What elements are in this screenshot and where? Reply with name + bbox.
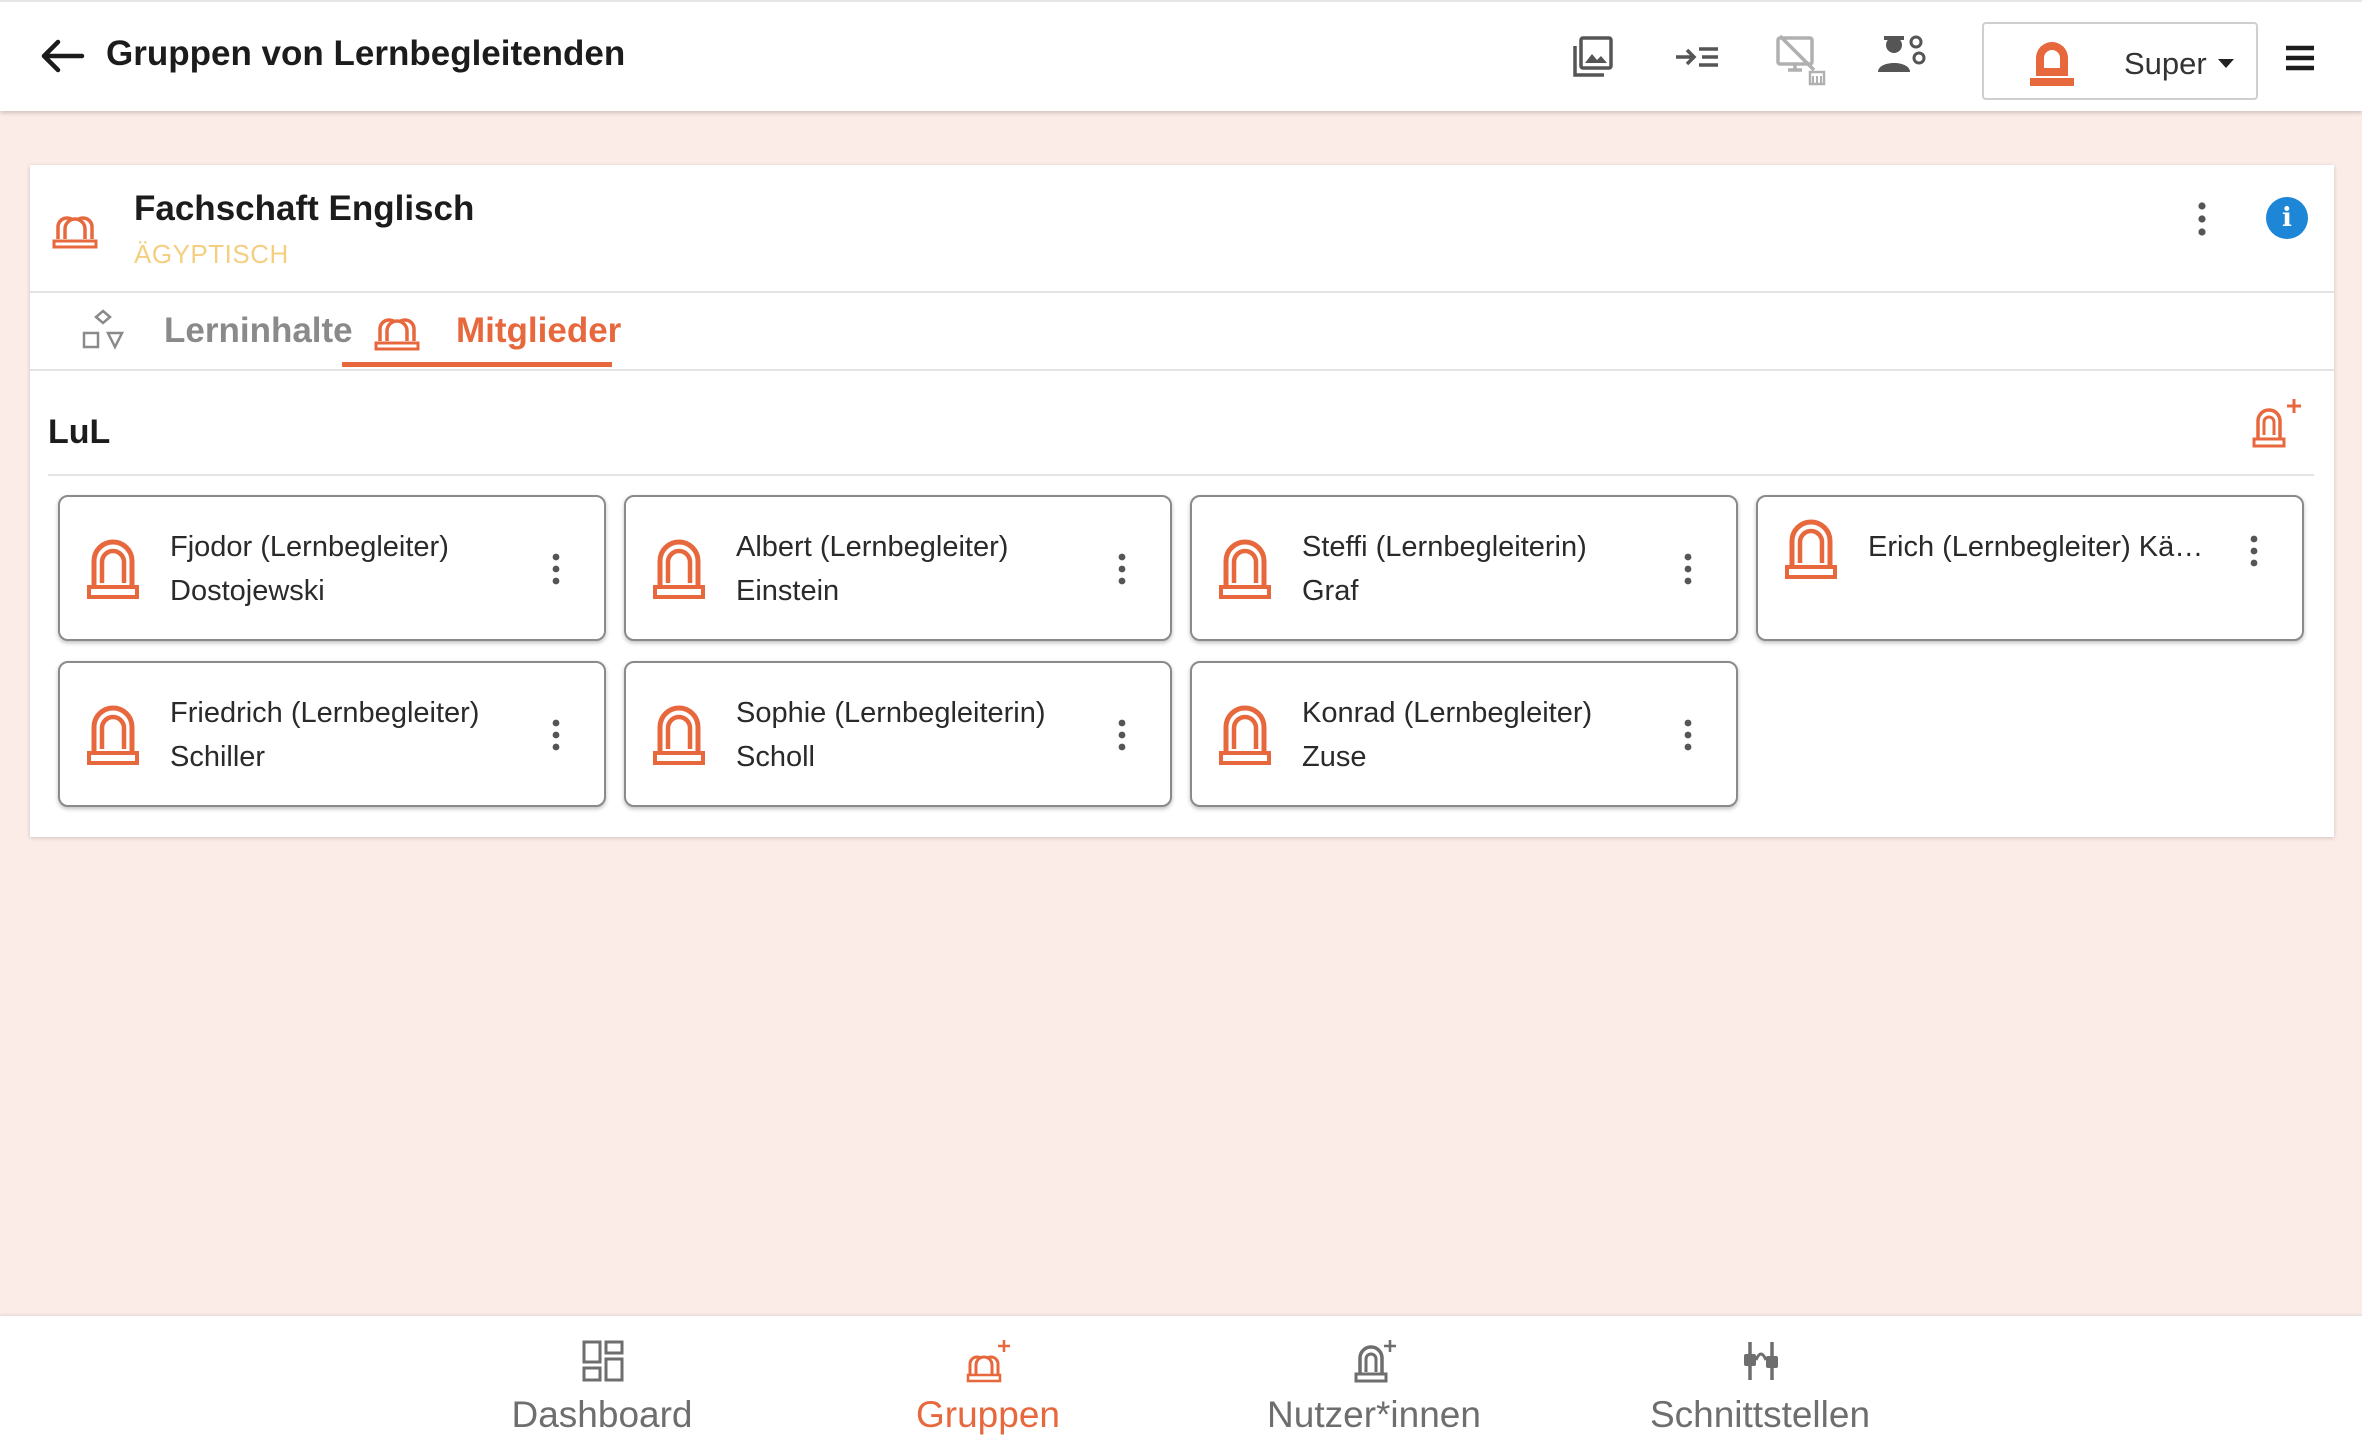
shapes-icon [80,307,126,353]
member-card[interactable]: Albert (Lernbegleiter) Einstein [624,495,1172,641]
user-avatar-icon [2028,38,2076,88]
nav-label: Gruppen [916,1394,1060,1435]
member-avatar-icon [652,703,706,767]
member-first-name: Sophie (Lernbegleiterin) [736,697,1046,729]
tab-lerninhalte[interactable]: Lerninhalte [66,299,366,371]
group-card: Fachschaft Englisch ÄGYPTISCH i Lerninha… [30,165,2334,837]
page-title: Gruppen von Lernbegleitenden [106,34,626,73]
nav-schnittstellen[interactable]: Schnittstellen [1580,1316,1940,1446]
member-card[interactable]: Fjodor (Lernbegleiter) Dostojewski [58,495,606,641]
member-more-icon[interactable] [2242,531,2266,571]
member-first-name: Steffi (Lernbegleiterin) [1302,531,1587,563]
user-settings-icon[interactable] [1876,32,1926,82]
member-more-icon[interactable] [544,715,568,755]
divider [30,291,2334,293]
member-last-name: Graf [1302,575,1359,607]
member-last-name: Einstein [736,575,840,607]
member-card[interactable]: Sophie (Lernbegleiterin) Scholl [624,661,1172,807]
user-name: Super [2124,46,2207,81]
add-member-icon[interactable] [2248,395,2308,455]
divider [48,474,2314,476]
indent-arrow-icon[interactable] [1672,32,1722,82]
member-more-icon[interactable] [1676,549,1700,589]
group-name: Fachschaft Englisch [134,189,475,228]
nav-label: Schnittstellen [1649,1394,1871,1435]
member-last-name: Scholl [736,741,815,773]
member-last-name: Dostojewski [170,575,325,607]
member-avatar-icon [1218,703,1272,767]
member-avatar-icon [86,703,140,767]
member-avatar-icon [652,537,706,601]
screen-clean-icon[interactable] [1774,32,1826,86]
active-tab-indicator [342,362,612,367]
nav-nutzerinnen[interactable]: Nutzer*innen [1194,1316,1554,1446]
member-card[interactable]: Friedrich (Lernbegleiter) Schiller [58,661,606,807]
member-card[interactable]: Erich (Lernbegleiter) Käs… [1756,495,2304,641]
member-more-icon[interactable] [1110,549,1134,589]
user-add-icon [1352,1338,1398,1384]
member-avatar-icon [1784,517,1838,581]
tab-label: Lerninhalte [164,311,353,350]
hamburger-menu-icon[interactable] [2280,38,2320,78]
member-last-name: Schiller [170,741,266,773]
nav-gruppen[interactable]: Gruppen [808,1316,1168,1446]
groups-add-icon [966,1338,1012,1384]
nav-label: Nutzer*innen [1267,1394,1481,1435]
dashboard-icon [580,1338,626,1384]
member-avatar-icon [1218,537,1272,601]
member-first-name: Konrad (Lernbegleiter) [1302,697,1593,729]
member-more-icon[interactable] [544,549,568,589]
nav-dashboard[interactable]: Dashboard [422,1316,782,1446]
interfaces-icon [1738,1338,1784,1384]
member-more-icon[interactable] [1110,715,1134,755]
member-full-name: Erich (Lernbegleiter) Käs… [1868,531,2208,563]
member-more-icon[interactable] [1676,715,1700,755]
section-title: LuL [48,413,111,451]
member-first-name: Fjodor (Lernbegleiter) [170,531,449,563]
tab-label: Mitglieder [456,311,622,350]
top-app-bar: Gruppen von Lernbegleitenden Super [0,0,2362,111]
group-icon [52,205,98,251]
divider [30,369,2334,371]
info-icon[interactable]: i [2266,197,2308,239]
member-card[interactable]: Steffi (Lernbegleiterin) Graf [1190,495,1738,641]
group-more-icon[interactable] [2190,199,2214,239]
member-avatar-icon [86,537,140,601]
member-first-name: Albert (Lernbegleiter) [736,531,1009,563]
member-last-name: Zuse [1302,741,1367,773]
user-select[interactable]: Super [1982,22,2258,100]
bottom-navigation: Dashboard Gruppen Nutzer*innen Schnittst… [0,1316,2362,1446]
group-icon [374,307,420,353]
nav-label: Dashboard [511,1394,693,1435]
member-first-name: Friedrich (Lernbegleiter) [170,697,480,729]
group-subtitle: ÄGYPTISCH [134,239,289,269]
dropdown-caret-icon [2216,56,2236,70]
gallery-icon[interactable] [1568,32,1618,82]
back-arrow-icon[interactable] [38,36,86,76]
member-card[interactable]: Konrad (Lernbegleiter) Zuse [1190,661,1738,807]
tab-mitglieder[interactable]: Mitglieder [342,299,642,371]
